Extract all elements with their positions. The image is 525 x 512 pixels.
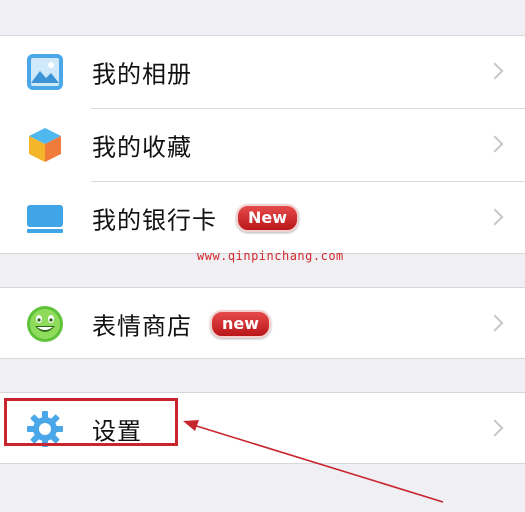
favorites-cube-icon [29,128,61,162]
menu-item-bank-card[interactable]: 我的银行卡 New [0,182,525,254]
chevron-right-icon [486,419,504,437]
chevron-right-icon [486,135,504,153]
chevron-right-icon [486,314,504,332]
settings-menu-screen: 我的相册 我的收藏 我的银行卡 New www.qinpinchang.com [0,0,525,512]
new-badge: New [236,204,300,232]
menu-item-label: 我的收藏 [92,133,192,162]
menu-item-label: 表情商店 [92,312,192,341]
watermark-text: www.qinpinchang.com [197,249,344,263]
menu-item-favorites[interactable]: 我的收藏 [0,109,525,181]
menu-item-label: 我的银行卡 [92,206,217,235]
menu-group-store: 表情商店 new [0,287,525,359]
menu-item-album[interactable]: 我的相册 [0,36,525,108]
chevron-right-icon [486,62,504,80]
menu-item-label: 我的相册 [92,60,192,89]
bank-card-icon [27,205,63,233]
menu-item-sticker-store[interactable]: 表情商店 new [0,288,525,360]
chevron-right-icon [486,208,504,226]
photo-album-icon [27,54,63,90]
settings-highlight-box [4,398,178,446]
smiley-face-icon [27,306,63,342]
menu-group-personal: 我的相册 我的收藏 我的银行卡 New [0,35,525,254]
new-badge: new [210,310,272,338]
